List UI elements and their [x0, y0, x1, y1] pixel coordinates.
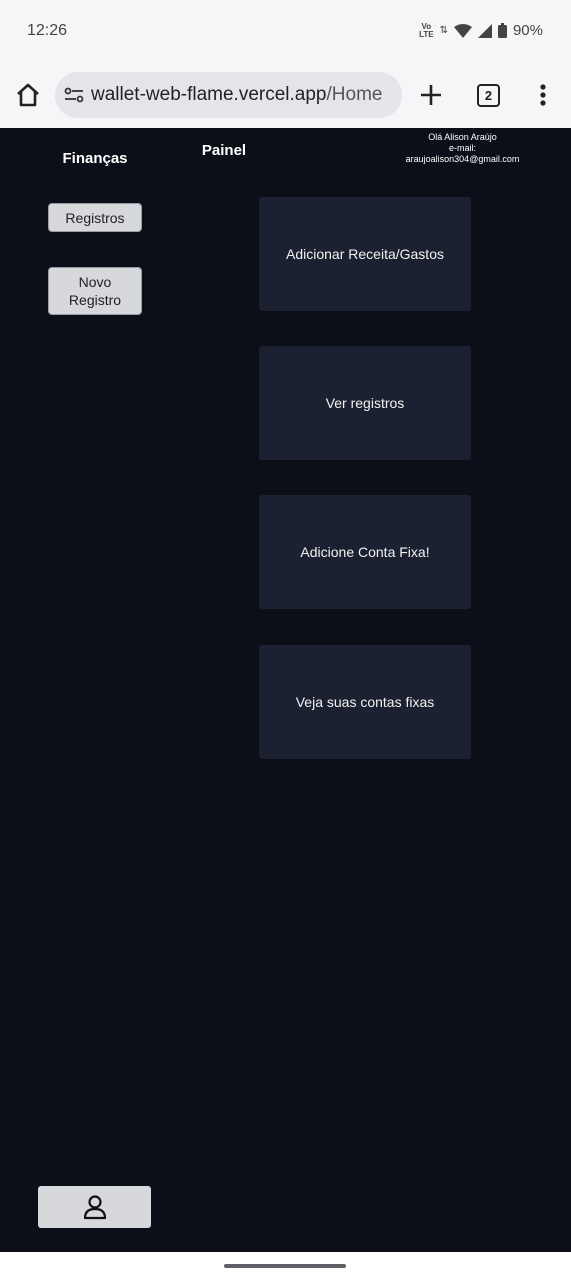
url-host: wallet-web-flame.vercel.app	[91, 84, 327, 105]
user-greeting: Olá Alison Araújo	[428, 132, 497, 142]
tab-switcher-button[interactable]: 2	[477, 84, 500, 107]
more-vert-icon[interactable]	[533, 82, 553, 108]
card-label: Adicionar Receita/Gastos	[286, 246, 444, 262]
user-icon	[83, 1195, 106, 1220]
registros-button[interactable]: Registros	[48, 203, 142, 232]
card-label: Ver registros	[325, 395, 405, 411]
wifi-icon	[453, 23, 472, 38]
card-label: Veja suas contas fixas	[295, 694, 435, 710]
battery-icon	[497, 23, 507, 38]
page-title: Painel	[201, 142, 247, 159]
data-arrows-icon: ⇅	[439, 24, 448, 36]
browser-toolbar: wallet-web-flame.vercel.app/Home 2	[0, 62, 571, 128]
status-bar: 12:26 Vo LTE ⇅ 90%	[0, 0, 571, 62]
card-adicione-conta-fixa[interactable]: Adicione Conta Fixa!	[259, 495, 471, 609]
url-path: /Home	[326, 84, 383, 105]
new-tab-icon[interactable]	[418, 82, 444, 108]
signal-icon	[477, 23, 492, 38]
card-ver-registros[interactable]: Ver registros	[259, 346, 471, 460]
card-label: Adicione Conta Fixa!	[300, 544, 430, 560]
novo-registro-button[interactable]: Novo Registro	[48, 267, 142, 315]
site-settings-icon[interactable]	[63, 84, 85, 106]
card-veja-contas-fixas[interactable]: Veja suas contas fixas	[259, 645, 471, 759]
home-icon[interactable]	[14, 81, 42, 109]
user-email: araujoalison304@gmail.com	[405, 154, 520, 164]
email-label: e-mail:	[448, 143, 476, 153]
brand-title: Finanças	[62, 150, 128, 167]
status-time: 12:26	[27, 22, 68, 39]
user-info: Olá Alison Araújo e-mail: araujoalison30…	[385, 132, 540, 165]
profile-button[interactable]	[38, 1186, 151, 1228]
app-root: Finanças Painel Olá Alison Araújo e-mail…	[0, 128, 571, 1252]
address-bar[interactable]: wallet-web-flame.vercel.app/Home	[55, 72, 402, 118]
url-text[interactable]: wallet-web-flame.vercel.app/Home	[91, 84, 382, 106]
volte-indicator: Vo LTE	[419, 22, 434, 39]
card-adicionar-receita-gastos[interactable]: Adicionar Receita/Gastos	[259, 197, 471, 311]
status-icons: Vo LTE ⇅ 90%	[419, 22, 543, 39]
gesture-bar	[0, 1252, 571, 1280]
battery-percent: 90%	[512, 22, 543, 39]
volte-bottom-text: LTE	[419, 29, 434, 39]
gesture-handle[interactable]	[224, 1264, 346, 1268]
